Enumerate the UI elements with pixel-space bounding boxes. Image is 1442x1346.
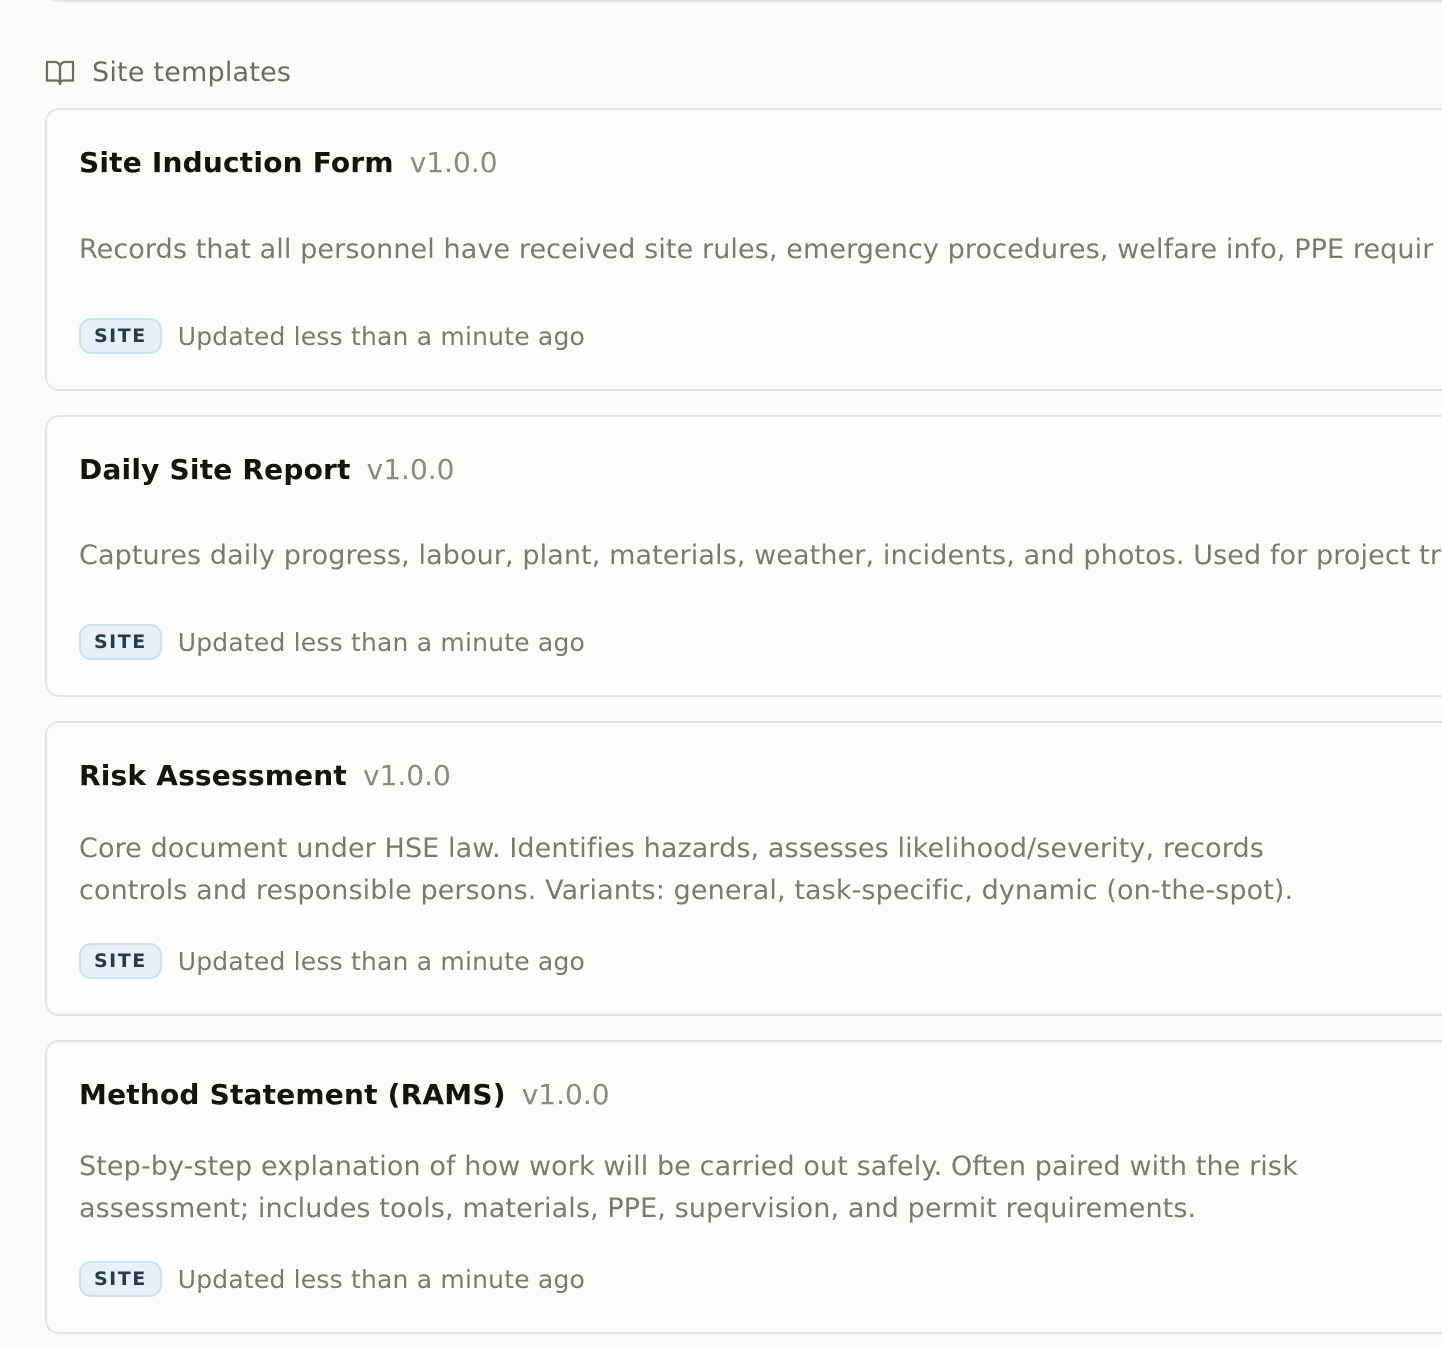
template-name: Site Induction Form	[79, 146, 394, 179]
category-badge: SITE	[79, 318, 162, 354]
template-card-daily-site-report[interactable]: Daily Site Report v1.0.0 Captures daily …	[45, 415, 1442, 697]
template-name: Method Statement (RAMS)	[79, 1078, 506, 1111]
template-card-method-statement[interactable]: Method Statement (RAMS) v1.0.0 Step-by-s…	[45, 1040, 1442, 1334]
category-badge: SITE	[79, 943, 162, 979]
template-description: Step-by-step explanation of how work wil…	[79, 1151, 1298, 1224]
previous-card-edge	[45, 0, 1442, 2]
updated-timestamp: Updated less than a minute ago	[177, 321, 586, 351]
template-name: Risk Assessment	[79, 759, 348, 792]
template-description: Core document under HSE law. Identifies …	[79, 833, 1294, 906]
section-title: Site templates	[92, 56, 292, 88]
category-badge: SITE	[79, 1261, 162, 1297]
updated-timestamp: Updated less than a minute ago	[177, 1264, 586, 1294]
template-card-risk-assessment[interactable]: Risk Assessment v1.0.0 Core document und…	[45, 721, 1442, 1016]
template-version: v1.0.0	[521, 1078, 610, 1111]
template-description: Captures daily progress, labour, plant, …	[79, 540, 1442, 571]
updated-timestamp: Updated less than a minute ago	[177, 627, 586, 657]
template-version: v1.0.0	[363, 759, 451, 792]
template-card-site-induction-form[interactable]: Site Induction Form v1.0.0 Records that …	[45, 108, 1442, 391]
template-name: Daily Site Report	[79, 453, 351, 486]
template-description: Records that all personnel have received…	[79, 234, 1434, 265]
category-badge: SITE	[79, 624, 162, 660]
book-open-icon	[44, 56, 76, 88]
template-version: v1.0.0	[366, 453, 455, 486]
section-header: Site templates	[44, 56, 291, 88]
updated-timestamp: Updated less than a minute ago	[177, 946, 586, 976]
template-version: v1.0.0	[409, 146, 498, 179]
